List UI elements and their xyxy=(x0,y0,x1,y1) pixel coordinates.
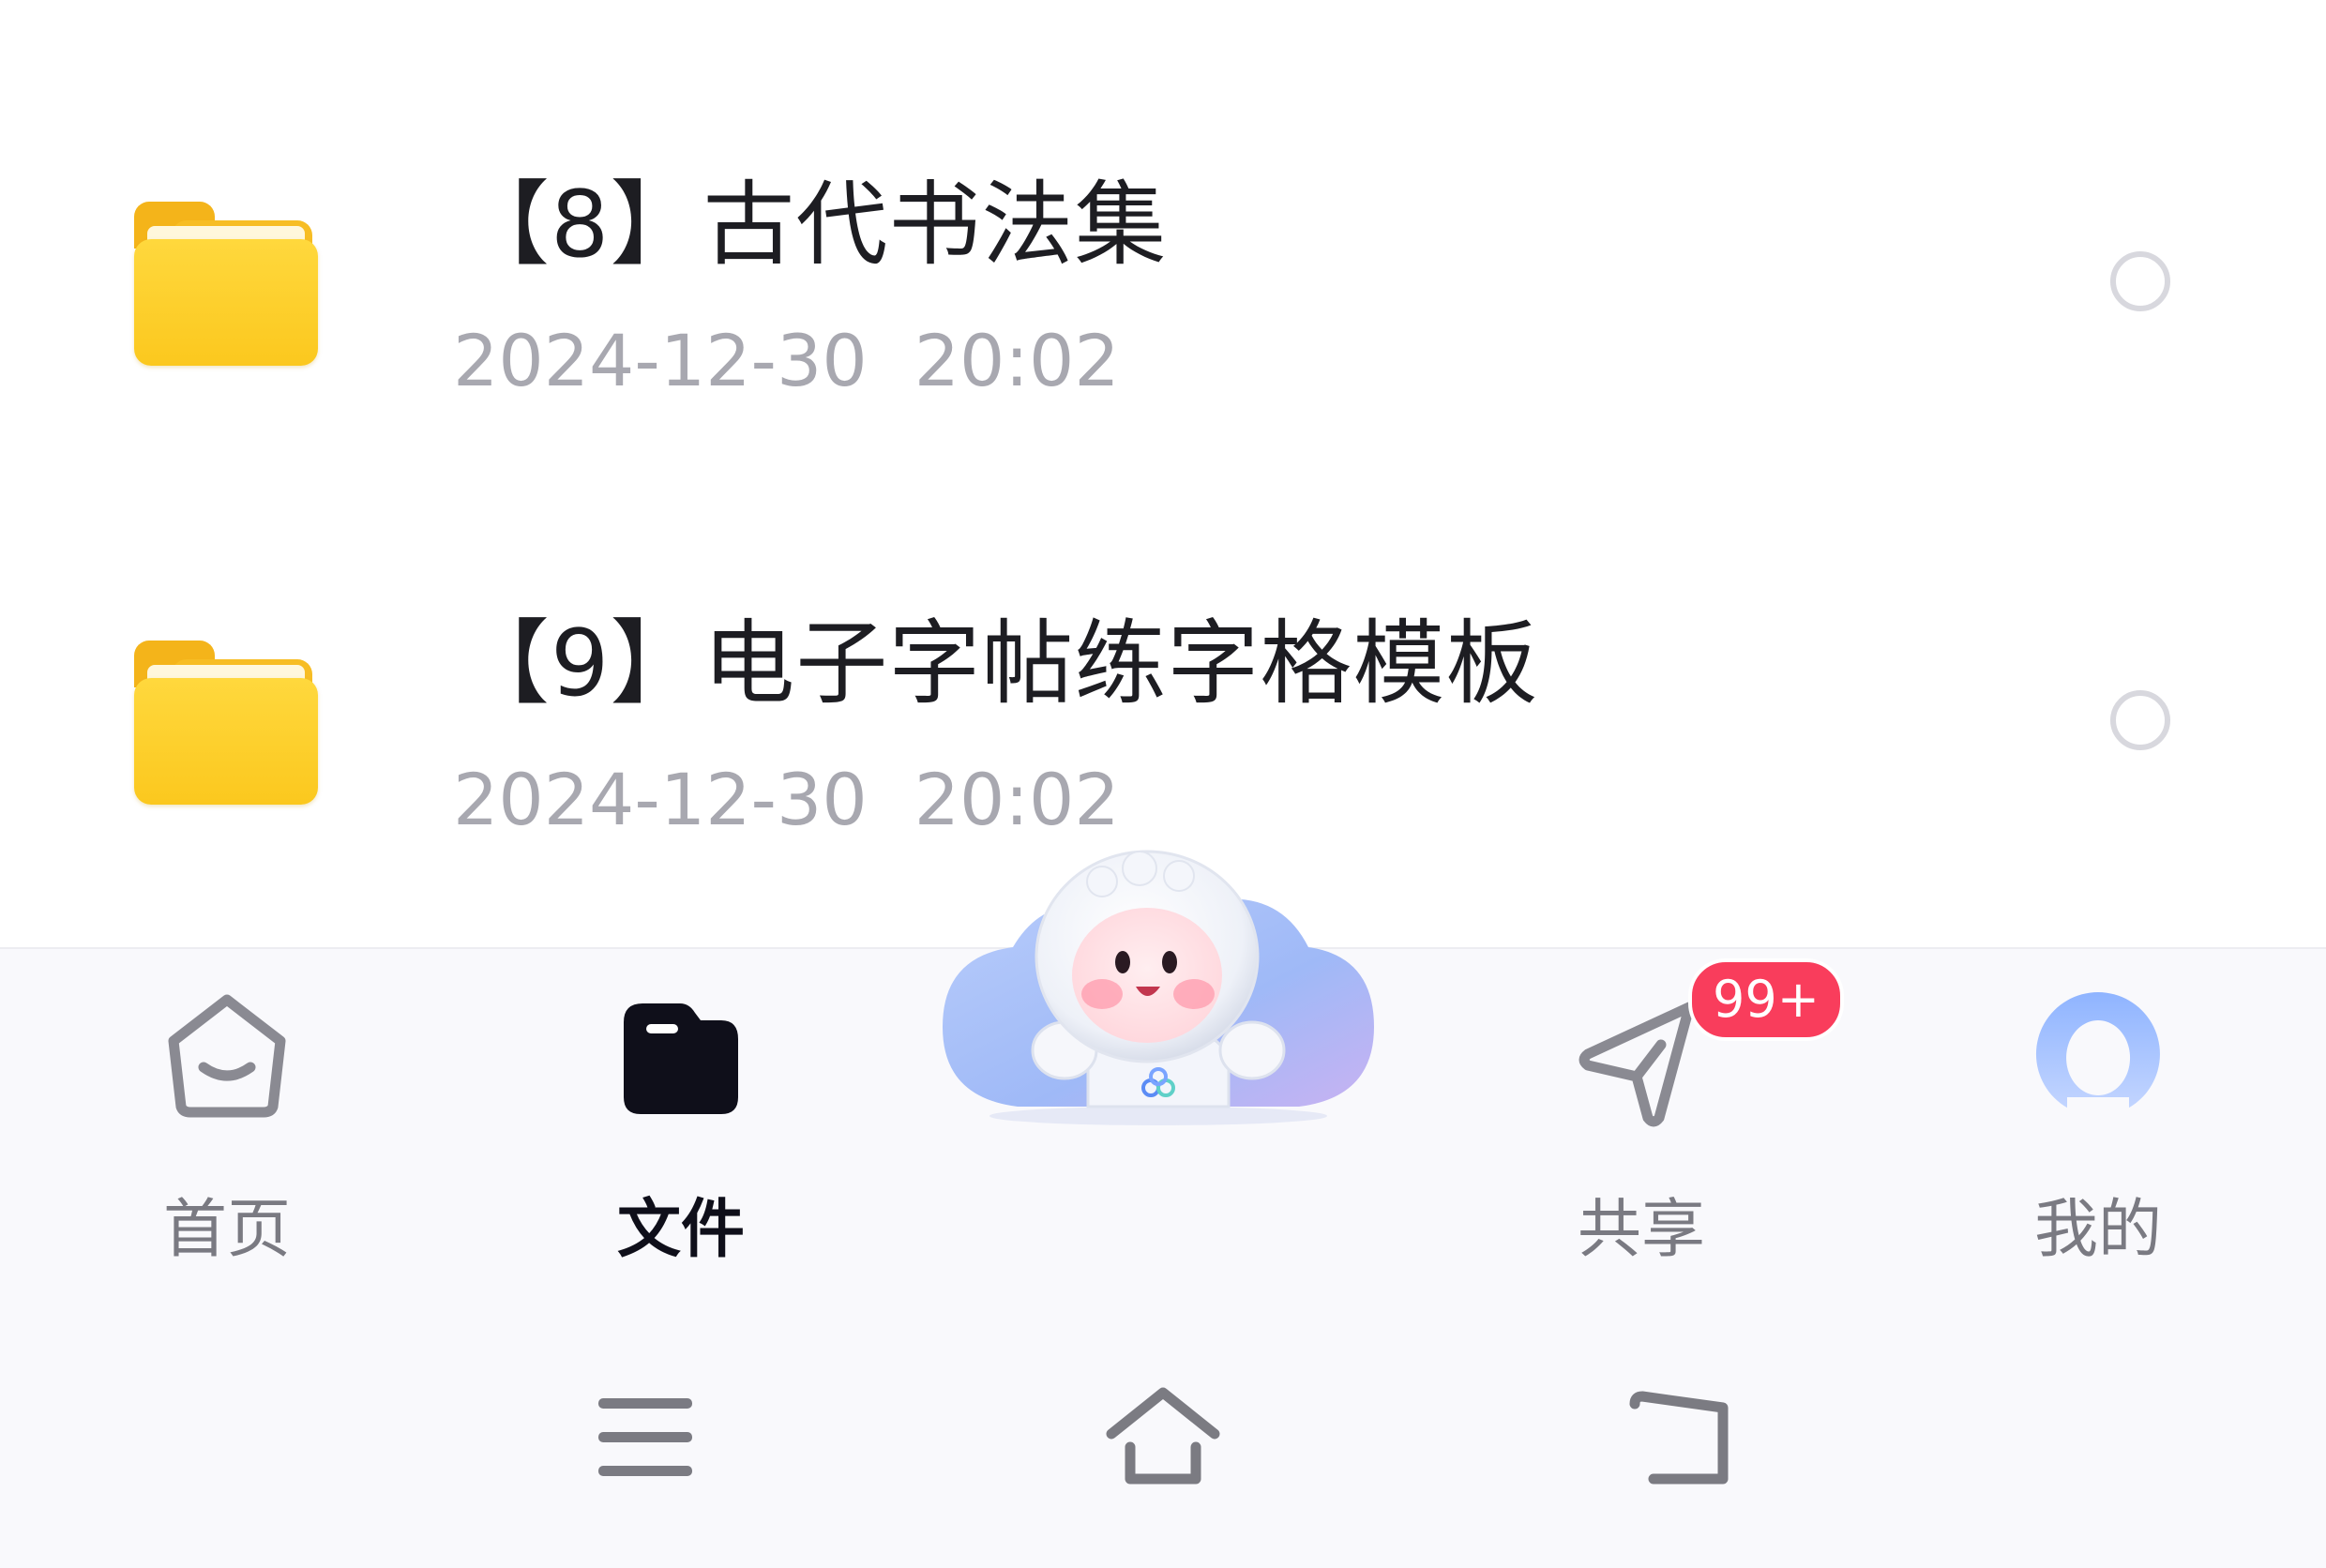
folder-icon xyxy=(134,202,318,366)
file-name: 【8】古代书法集 xyxy=(458,172,1168,279)
file-list: 【8】古代书法集 2024-12-30 20:02 【9】电子字帖练字格模板 20… xyxy=(0,0,2326,947)
tab-mine-label: 我的 xyxy=(2033,1193,2162,1267)
file-row[interactable]: 【8】古代书法集 2024-12-30 20:02 xyxy=(0,84,2326,478)
home-outline-icon[interactable] xyxy=(1102,1376,1224,1498)
file-time: 20:02 xyxy=(914,319,1120,402)
tab-files-label: 文件 xyxy=(616,1193,745,1267)
select-radio[interactable] xyxy=(2110,251,2170,311)
system-navigation-bar xyxy=(0,1296,2326,1568)
profile-icon xyxy=(2035,992,2160,1122)
file-date: 2024-12-30 xyxy=(453,319,868,402)
back-icon[interactable] xyxy=(1620,1376,1742,1498)
tab-share-label: 共享 xyxy=(1577,1193,1705,1267)
share-badge: 99+ xyxy=(1688,958,1844,1041)
folder-icon xyxy=(134,641,318,805)
tab-mine[interactable]: 我的 xyxy=(1995,987,2201,1268)
select-radio[interactable] xyxy=(2110,690,2170,750)
tab-home-label: 首页 xyxy=(162,1193,291,1267)
tab-home[interactable]: 首页 xyxy=(124,987,330,1268)
mascot-astronaut-icon[interactable] xyxy=(924,825,1393,1238)
file-name: 【9】电子字帖练字格模板 xyxy=(458,611,1539,717)
menu-icon[interactable] xyxy=(584,1376,706,1498)
file-date: 2024-12-30 xyxy=(453,758,868,841)
file-meta: 2024-12-30 20:02 xyxy=(453,319,1120,403)
home-icon xyxy=(168,994,286,1118)
folder-tab-icon xyxy=(624,1003,738,1114)
tab-share[interactable]: 99+ 共享 xyxy=(1538,958,1844,1268)
tab-files[interactable]: 文件 xyxy=(578,987,784,1268)
